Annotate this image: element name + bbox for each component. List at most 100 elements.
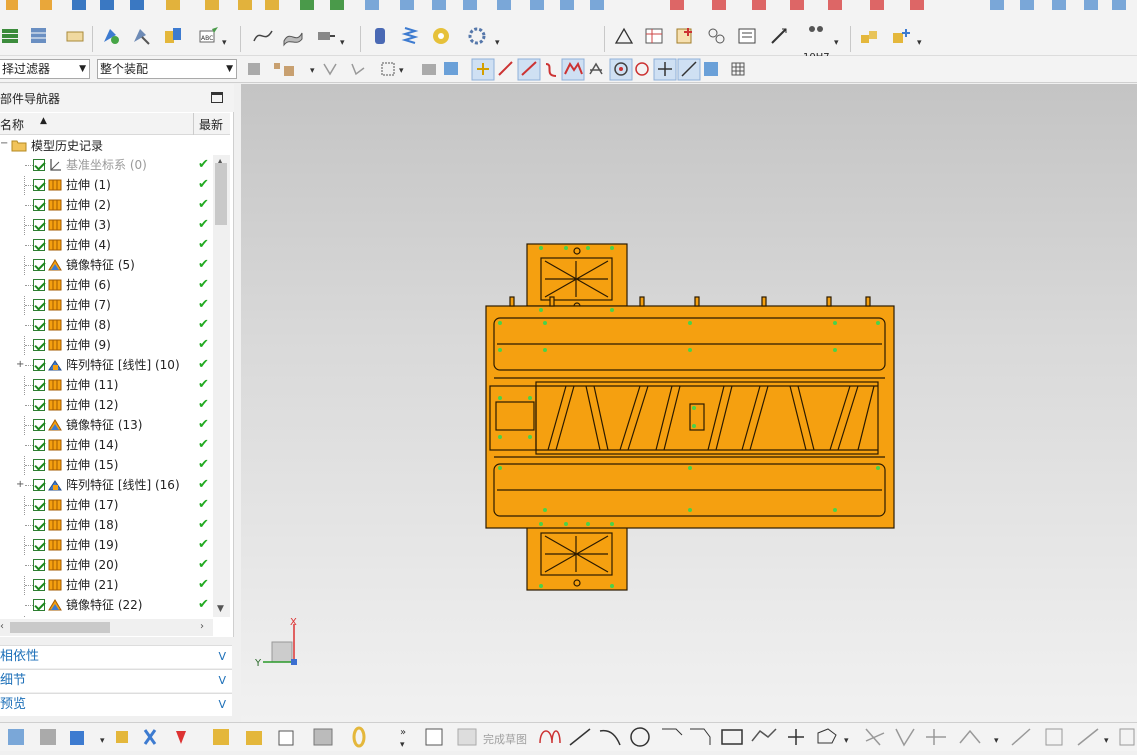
part-model[interactable]: [241, 84, 1137, 722]
tree-item[interactable]: 拉伸 (1) ✔: [0, 175, 213, 195]
layer-visibility-icon[interactable]: [28, 25, 50, 47]
tolerance-icon[interactable]: [805, 21, 827, 43]
bottom-toolbar-icons[interactable]: ▾ » ▾ ▾ ▾ ▾: [0, 723, 1137, 752]
navigator-vertical-scrollbar[interactable]: ▲ ▼: [213, 155, 230, 617]
panel-dependencies[interactable]: 相依性 V: [0, 645, 232, 668]
tree-item[interactable]: 拉伸 (8) ✔: [0, 315, 213, 335]
collapse-icon[interactable]: −: [0, 138, 8, 149]
type-filter-combo[interactable]: 择过滤器 ▼: [0, 59, 90, 79]
text-annotation-icon[interactable]: ABC: [198, 25, 220, 47]
visibility-checkbox[interactable]: [33, 459, 45, 471]
balloon-icon[interactable]: [705, 25, 727, 47]
visibility-checkbox[interactable]: [33, 359, 45, 371]
scroll-thumb[interactable]: [10, 622, 110, 633]
tree-item[interactable]: 拉伸 (15) ✔: [0, 455, 213, 475]
scroll-right-arrow[interactable]: ›: [200, 621, 204, 632]
visibility-checkbox[interactable]: [33, 279, 45, 291]
dimension-icon[interactable]: [768, 25, 790, 47]
measure-dropdown[interactable]: ▾: [340, 38, 345, 48]
show-hide-icon[interactable]: [100, 25, 122, 47]
column-latest[interactable]: 最新: [199, 116, 223, 133]
column-divider[interactable]: [193, 113, 194, 135]
measure-icon[interactable]: [315, 25, 337, 47]
tree-item[interactable]: 基准坐标系 (0) ✔: [0, 155, 213, 175]
tree-item[interactable]: 拉伸 (9) ✔: [0, 335, 213, 355]
finish-sketch-label[interactable]: 完成草图: [483, 731, 527, 747]
visibility-checkbox[interactable]: [33, 239, 45, 251]
tree-item[interactable]: 拉伸 (2) ✔: [0, 195, 213, 215]
visibility-checkbox[interactable]: [33, 339, 45, 351]
assembly-blocks-icon[interactable]: [858, 25, 880, 47]
visibility-checkbox[interactable]: [33, 579, 45, 591]
hide-icon[interactable]: [130, 25, 152, 47]
grid-plus-icon[interactable]: [674, 25, 696, 47]
panel-details[interactable]: 细节 V: [0, 669, 232, 692]
gear-icon[interactable]: [466, 25, 488, 47]
tree-item[interactable]: 镜像特征 (5) ✔: [0, 255, 213, 275]
panel-preview[interactable]: 预览 V: [0, 693, 232, 716]
sort-ascending-icon[interactable]: ▲: [40, 116, 47, 126]
visibility-checkbox[interactable]: [33, 439, 45, 451]
tree-item[interactable]: 拉伸 (6) ✔: [0, 275, 213, 295]
expand-icon[interactable]: +: [16, 355, 24, 375]
visibility-checkbox[interactable]: [33, 199, 45, 211]
tree-item[interactable]: 拉伸 (14) ✔: [0, 435, 213, 455]
visibility-checkbox[interactable]: [33, 599, 45, 611]
bearing-icon[interactable]: [430, 25, 452, 47]
tree-item[interactable]: 拉伸 (11) ✔: [0, 375, 213, 395]
visibility-checkbox[interactable]: [33, 559, 45, 571]
tree-item[interactable]: 镜像特征 (13) ✔: [0, 415, 213, 435]
cylinder-icon[interactable]: [369, 25, 391, 47]
tree-item[interactable]: 拉伸 (4) ✔: [0, 235, 213, 255]
toolbar-row-1-icons[interactable]: [0, 0, 1137, 16]
visibility-checkbox[interactable]: [33, 159, 45, 171]
show-all-icon[interactable]: [162, 25, 184, 47]
gear-dropdown[interactable]: ▾: [495, 38, 500, 48]
view-triad[interactable]: X Y: [255, 616, 305, 672]
move-to-layer-icon[interactable]: [64, 25, 86, 47]
assembly-add-icon[interactable]: [890, 25, 912, 47]
tolerance-dropdown[interactable]: ▾: [834, 38, 839, 48]
visibility-checkbox[interactable]: [33, 259, 45, 271]
visibility-checkbox[interactable]: [33, 539, 45, 551]
tree-item[interactable]: 镜像特征 (22) ✔: [0, 595, 213, 615]
tree-item[interactable]: 拉伸 (12) ✔: [0, 395, 213, 415]
tree-item[interactable]: 拉伸 (20) ✔: [0, 555, 213, 575]
tree-item[interactable]: 拉伸 (7) ✔: [0, 295, 213, 315]
assembly-dropdown[interactable]: ▾: [917, 38, 922, 48]
scroll-down-arrow[interactable]: ▼: [217, 604, 224, 614]
surface-icon[interactable]: [282, 25, 304, 47]
tree-item[interactable]: 拉伸 (19) ✔: [0, 535, 213, 555]
visibility-checkbox[interactable]: [33, 519, 45, 531]
visibility-checkbox[interactable]: [33, 399, 45, 411]
tree-item[interactable]: + 阵列特征 [线性] (16) ✔: [0, 475, 213, 495]
spring-icon[interactable]: [399, 25, 421, 47]
curve-icon[interactable]: [252, 25, 274, 47]
text-annotation-dropdown[interactable]: ▾: [222, 38, 227, 48]
assembly-scope-combo[interactable]: 整个装配 ▼: [97, 59, 237, 79]
visibility-checkbox[interactable]: [33, 479, 45, 491]
visibility-checkbox[interactable]: [33, 379, 45, 391]
visibility-checkbox[interactable]: [33, 299, 45, 311]
tree-item[interactable]: 拉伸 (3) ✔: [0, 215, 213, 235]
snap-point-icons[interactable]: ▾ ▾: [244, 56, 1134, 83]
visibility-checkbox[interactable]: [33, 179, 45, 191]
visibility-checkbox[interactable]: [33, 419, 45, 431]
navigator-horizontal-scrollbar[interactable]: ‹ ›: [0, 619, 213, 636]
column-name[interactable]: 名称: [0, 116, 24, 133]
tree-root-model-history[interactable]: − 模型历史记录: [0, 135, 213, 155]
tree-item[interactable]: 拉伸 (18) ✔: [0, 515, 213, 535]
scroll-thumb[interactable]: [215, 163, 227, 225]
visibility-checkbox[interactable]: [33, 319, 45, 331]
scroll-left-arrow[interactable]: ‹: [0, 621, 4, 632]
tree-item[interactable]: + 阵列特征 [线性] (10) ✔: [0, 355, 213, 375]
tree-item[interactable]: 拉伸 (21) ✔: [0, 575, 213, 595]
visibility-checkbox[interactable]: [33, 499, 45, 511]
visibility-checkbox[interactable]: [33, 219, 45, 231]
tree-item[interactable]: 拉伸 (17) ✔: [0, 495, 213, 515]
expand-icon[interactable]: +: [16, 475, 24, 495]
layer-settings-icon[interactable]: [0, 25, 22, 47]
note-icon[interactable]: [736, 25, 758, 47]
maximize-icon[interactable]: [211, 92, 223, 103]
graphics-viewport[interactable]: X Y: [241, 84, 1137, 722]
